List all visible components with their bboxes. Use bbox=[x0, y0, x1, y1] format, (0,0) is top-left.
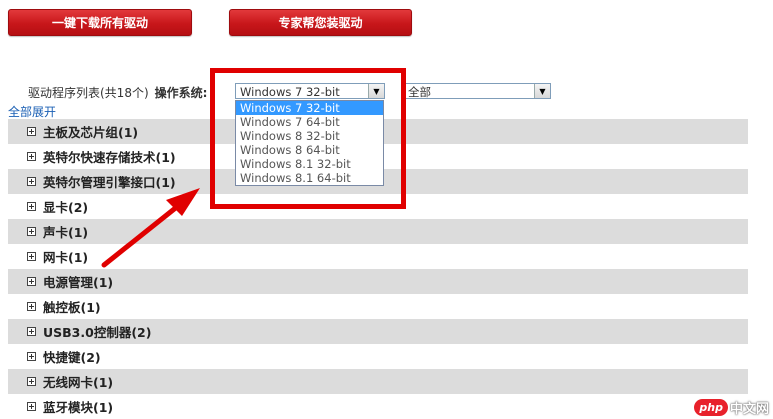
category-label: USB3.0控制器(2) bbox=[43, 325, 152, 340]
category-label: 主板及芯片组(1) bbox=[43, 125, 139, 140]
expand-plus-icon[interactable] bbox=[27, 127, 36, 136]
os-option[interactable]: Windows 8 32-bit bbox=[236, 129, 383, 143]
category-row[interactable]: USB3.0控制器(2) bbox=[8, 319, 748, 344]
category-row[interactable]: 电源管理(1) bbox=[8, 269, 748, 294]
expand-plus-icon[interactable] bbox=[27, 402, 36, 411]
driver-list-label: 驱动程序列表(共18个) 操作系统: bbox=[28, 84, 207, 101]
chevron-down-icon[interactable]: ▼ bbox=[368, 84, 384, 98]
category-label: 快捷键(2) bbox=[43, 350, 101, 365]
watermark: php 中文网 bbox=[694, 398, 769, 417]
category-label: 英特尔管理引擎接口(1) bbox=[43, 175, 176, 190]
category-row[interactable]: 快捷键(2) bbox=[8, 344, 748, 369]
category-label: 电源管理(1) bbox=[43, 275, 114, 290]
php-logo: php bbox=[694, 399, 728, 416]
expand-plus-icon[interactable] bbox=[27, 352, 36, 361]
os-select[interactable]: Windows 7 32-bit ▼ bbox=[235, 83, 385, 99]
category-row[interactable]: 网卡(1) bbox=[8, 244, 748, 269]
os-option[interactable]: Windows 8.1 32-bit bbox=[236, 157, 383, 171]
expand-plus-icon[interactable] bbox=[27, 327, 36, 336]
category-label: 网卡(1) bbox=[43, 250, 89, 265]
category-row[interactable]: 显卡(2) bbox=[8, 194, 748, 219]
category-label: 触控板(1) bbox=[43, 300, 101, 315]
expand-all-link[interactable]: 全部展开 bbox=[8, 103, 56, 120]
category-row[interactable]: 蓝牙模块(1) bbox=[8, 394, 748, 419]
category-label: 蓝牙模块(1) bbox=[43, 400, 114, 415]
category-label: 显卡(2) bbox=[43, 200, 89, 215]
os-option[interactable]: Windows 7 32-bit bbox=[236, 101, 383, 115]
os-option[interactable]: Windows 8 64-bit bbox=[236, 143, 383, 157]
category-select[interactable]: 全部 ▼ bbox=[403, 83, 551, 99]
category-row[interactable]: 触控板(1) bbox=[8, 294, 748, 319]
expand-plus-icon[interactable] bbox=[27, 377, 36, 386]
os-dropdown-list: Windows 7 32-bit Windows 7 64-bit Window… bbox=[235, 100, 384, 186]
expert-install-button[interactable]: 专家帮您装驱动 bbox=[229, 9, 412, 36]
category-row[interactable]: 无线网卡(1) bbox=[8, 369, 748, 394]
expand-plus-icon[interactable] bbox=[27, 202, 36, 211]
os-option[interactable]: Windows 8.1 64-bit bbox=[236, 171, 383, 185]
category-label: 英特尔快速存储技术(1) bbox=[43, 150, 176, 165]
os-label: 操作系统: bbox=[154, 86, 208, 100]
expand-plus-icon[interactable] bbox=[27, 277, 36, 286]
download-all-button[interactable]: 一键下载所有驱动 bbox=[8, 9, 192, 36]
expand-plus-icon[interactable] bbox=[27, 152, 36, 161]
expand-plus-icon[interactable] bbox=[27, 252, 36, 261]
expand-plus-icon[interactable] bbox=[27, 302, 36, 311]
os-option[interactable]: Windows 7 64-bit bbox=[236, 115, 383, 129]
category-label: 声卡(1) bbox=[43, 225, 89, 240]
category-select-value: 全部 bbox=[408, 85, 431, 99]
category-label: 无线网卡(1) bbox=[43, 375, 114, 390]
category-row[interactable]: 声卡(1) bbox=[8, 219, 748, 244]
driver-count-label: 驱动程序列表(共18个) bbox=[28, 86, 149, 100]
expand-plus-icon[interactable] bbox=[27, 227, 36, 236]
expand-plus-icon[interactable] bbox=[27, 177, 36, 186]
os-select-value: Windows 7 32-bit bbox=[240, 85, 340, 99]
watermark-site-name: 中文网 bbox=[729, 402, 769, 417]
chevron-down-icon[interactable]: ▼ bbox=[534, 84, 550, 98]
